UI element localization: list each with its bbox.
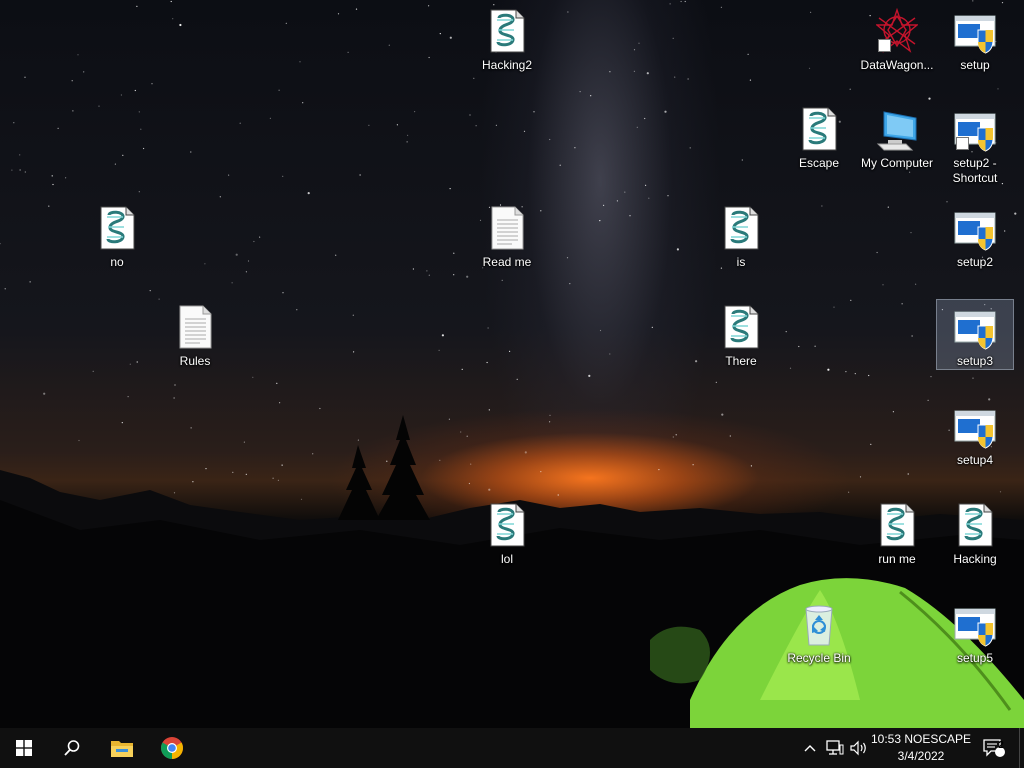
volume-icon (850, 740, 866, 756)
installer-icon (954, 403, 996, 449)
desktop-icon-is[interactable]: is (703, 201, 779, 270)
installer-icon (954, 601, 996, 647)
installer-icon (954, 304, 996, 350)
tray-overflow-button[interactable] (800, 728, 820, 768)
desktop-icon-label: Escape (798, 156, 840, 170)
desktop-icon-label: is (736, 255, 746, 269)
desktop-icon-setup4[interactable]: setup4 (937, 399, 1013, 468)
desktop-icon-label: setup4 (956, 453, 994, 467)
desktop-icon-label: run me (878, 552, 916, 566)
desktop-icon-label: setup (960, 58, 990, 72)
desktop-icon-datawagon[interactable]: DataWagon... (859, 4, 935, 73)
script-icon (486, 502, 528, 548)
chrome-icon (161, 737, 183, 759)
desktop-icon-recycle-bin[interactable]: Recycle Bin (781, 597, 857, 666)
desktop-icon-setup5[interactable]: setup5 (937, 597, 1013, 666)
script-icon (954, 502, 996, 548)
chevron-up-icon (804, 745, 816, 752)
desktop-icon-label: DataWagon... (860, 58, 934, 72)
desktop-icon-label: Rules (179, 354, 211, 368)
file-explorer-icon (111, 741, 133, 757)
taskbar-file-explorer[interactable] (98, 728, 146, 768)
installer-icon (954, 8, 996, 54)
script-icon (720, 304, 762, 350)
desktop-icon-label: setup2 (956, 255, 994, 269)
script-icon (798, 106, 840, 152)
show-desktop-button[interactable] (1019, 728, 1024, 768)
clock-date: 3/4/2022 (897, 749, 945, 763)
windows-logo-icon (16, 740, 32, 756)
network-icon (826, 740, 844, 755)
desktop-icon-hacking[interactable]: Hacking (937, 498, 1013, 567)
desktop-icon-label: setup3 (956, 354, 994, 368)
desktop-icon-hacking2[interactable]: Hacking2 (469, 4, 545, 73)
script-icon (876, 502, 918, 548)
desktop-icon-my-computer[interactable]: My Computer (859, 102, 935, 171)
desktop-icon-setup3[interactable]: setup3 (936, 299, 1014, 370)
installer-icon (954, 205, 996, 251)
desktop-icon-lol[interactable]: lol (469, 498, 545, 567)
desktop-icon-escape[interactable]: Escape (781, 102, 857, 171)
action-center-button[interactable]: 2 (978, 728, 1010, 768)
script-icon (96, 205, 138, 251)
notification-badge: 2 (998, 740, 1004, 751)
desktop-icon-label: setup2 - Shortcut (952, 156, 998, 185)
desktop-icon-label: Read me (482, 255, 532, 269)
desktop-icon-label: Hacking2 (481, 58, 533, 72)
tray-network-button[interactable] (824, 728, 846, 768)
taskbar-chrome[interactable] (148, 728, 196, 768)
search-button[interactable] (48, 728, 96, 768)
tray-volume-button[interactable] (848, 728, 870, 768)
search-icon (64, 740, 80, 756)
shortcut-arrow-icon (956, 137, 969, 150)
desktop-icon-label: setup5 (956, 651, 994, 665)
installer-icon (954, 106, 996, 152)
start-button[interactable] (0, 728, 48, 768)
computer-icon (876, 106, 918, 152)
desktop-icon-read-me[interactable]: Read me (469, 201, 545, 270)
desktop-icon-setup2-shortcut[interactable]: setup2 - Shortcut (937, 102, 1013, 186)
clock-time: 10:53 NOESCAPE (870, 732, 972, 746)
desktop-icon-setup[interactable]: setup (937, 4, 1013, 73)
desktop-icon-run-me[interactable]: run me (859, 498, 935, 567)
desktop-icon-label: Recycle Bin (787, 651, 851, 665)
recycle-bin-icon (798, 601, 840, 647)
desktop-icon-rules[interactable]: Rules (157, 300, 233, 369)
desktop-icon-label: My Computer (860, 156, 934, 170)
taskbar-clock[interactable]: 10:53 NOESCAPE 3/4/2022 (868, 730, 974, 766)
desktop-icon-no[interactable]: no (79, 201, 155, 270)
desktop-icon-setup2[interactable]: setup2 (937, 201, 1013, 270)
desktop-icon-label: lol (500, 552, 513, 566)
script-icon (720, 205, 762, 251)
shortcut-arrow-icon (878, 39, 891, 52)
taskbar: 10:53 NOESCAPE 3/4/2022 2 (0, 728, 1024, 768)
desktop-icon-label: Hacking (953, 552, 997, 566)
desktop-icon-label: no (110, 255, 124, 269)
script-icon (486, 8, 528, 54)
text-icon (486, 205, 528, 251)
desktop[interactable]: Hacking2 DataWagon... setup Escape My Comput… (0, 0, 1024, 728)
desktop-icon-there[interactable]: There (703, 300, 779, 369)
app-icon (876, 8, 918, 54)
desktop-icon-label: There (725, 354, 757, 368)
text-icon (174, 304, 216, 350)
